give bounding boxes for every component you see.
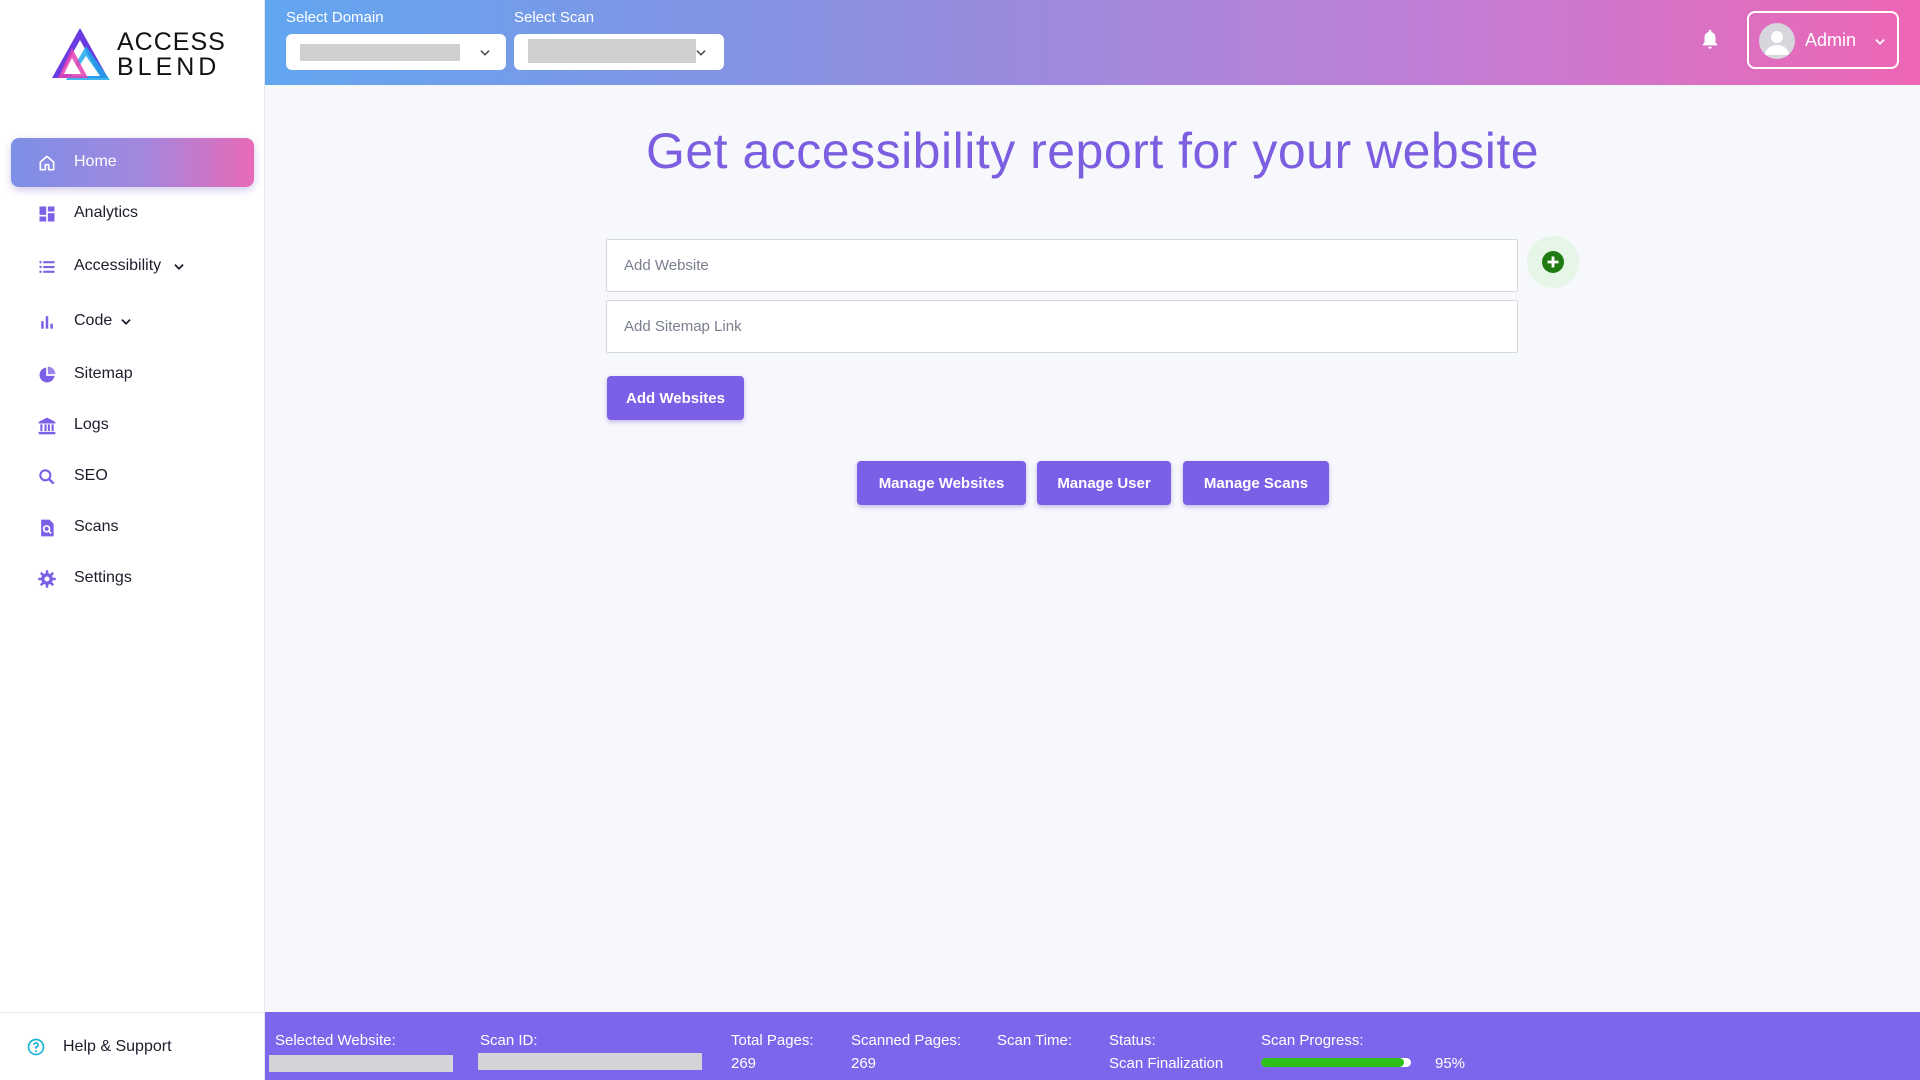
scan-id-label: Scan ID: (480, 1032, 538, 1049)
add-website-field-button[interactable] (1527, 236, 1579, 288)
sidebar-item-label: Logs (74, 416, 109, 433)
page-title: Get accessibility report for your websit… (645, 123, 1540, 179)
scan-time-label: Scan Time: (997, 1032, 1073, 1049)
top-header: Select Domain Select Scan (265, 0, 1920, 85)
total-pages-label: Total Pages: (731, 1032, 814, 1049)
scanned-pages-label: Scanned Pages: (851, 1032, 962, 1049)
gear-icon (38, 570, 56, 588)
manage-scans-button[interactable]: Manage Scans (1183, 461, 1329, 505)
sidebar-item-home[interactable]: Home (11, 138, 254, 187)
scan-search-icon (41, 519, 54, 537)
chevron-down-icon (696, 50, 706, 56)
manage-websites-button[interactable]: Manage Websites (857, 461, 1026, 505)
sidebar-item-code[interactable]: Code (11, 297, 254, 346)
logo-line-1: ACCESS (117, 28, 226, 56)
domain-select-value (300, 44, 460, 61)
sidebar-item-logs[interactable]: Logs (11, 401, 254, 450)
scanned-pages-value: 269 (851, 1055, 877, 1072)
website-input[interactable] (606, 239, 1518, 292)
dashboard-icon (39, 206, 55, 222)
scan-progress-fill (1261, 1058, 1404, 1067)
scan-progress-label: Scan Progress: (1261, 1032, 1364, 1049)
help-support-link[interactable]: Help & Support (0, 1012, 265, 1080)
sidebar-item-sitemap[interactable]: Sitemap (11, 350, 254, 399)
sidebar: ACCESS BLEND Home Analytics Accessibilit… (0, 0, 265, 1080)
sidebar-item-label: Analytics (74, 204, 139, 221)
status-label: Status: (1109, 1032, 1156, 1049)
scan-status-bar: Selected Website: Scan ID: Total Pages: … (265, 1012, 1920, 1080)
domain-select-label: Select Domain (286, 9, 384, 26)
pie-chart-icon (39, 366, 56, 383)
bell-icon[interactable] (1699, 27, 1721, 51)
domain-select[interactable] (286, 34, 506, 70)
total-pages-value: 269 (731, 1055, 757, 1072)
manage-user-button[interactable]: Manage User (1037, 461, 1171, 505)
bar-chart-icon (41, 316, 53, 329)
list-icon (39, 261, 55, 273)
scan-select[interactable] (514, 34, 724, 70)
sidebar-item-label: Scans (74, 518, 119, 535)
home-icon (39, 155, 55, 171)
avatar (1759, 23, 1795, 59)
help-support-label: Help & Support (63, 1038, 172, 1055)
sidebar-item-accessibility[interactable]: Accessibility (11, 242, 254, 291)
sidebar-item-settings[interactable]: Settings (11, 554, 254, 603)
bank-icon (38, 417, 56, 435)
chevron-down-icon (480, 50, 490, 56)
chevron-down-icon (1875, 39, 1885, 45)
help-circle-icon (27, 1038, 45, 1056)
chevron-down-icon (121, 319, 131, 325)
sidebar-item-label: Settings (74, 569, 132, 586)
logo-text: ACCESS BLEND (117, 30, 226, 80)
user-name: Admin (1805, 30, 1857, 50)
logo: ACCESS BLEND (52, 26, 225, 84)
sidebar-item-label: Sitemap (74, 365, 133, 382)
sidebar-item-label: SEO (74, 467, 108, 484)
sidebar-item-analytics[interactable]: Analytics (11, 189, 254, 238)
status-value: Scan Finalization (1109, 1055, 1224, 1072)
selected-website-value (269, 1055, 453, 1072)
logo-line-2: BLEND (117, 53, 221, 81)
sidebar-item-seo[interactable]: SEO (11, 452, 254, 501)
user-menu-button[interactable]: Admin (1747, 11, 1899, 69)
sidebar-item-label: Accessibility (74, 257, 162, 274)
logo-mark-icon (52, 28, 110, 80)
sitemap-input[interactable] (606, 300, 1518, 353)
scan-progress-bar (1261, 1058, 1411, 1067)
add-websites-button[interactable]: Add Websites (607, 376, 744, 420)
scan-id-value (478, 1053, 702, 1070)
chevron-down-icon (174, 264, 184, 270)
selected-website-label: Selected Website: (275, 1032, 396, 1049)
scan-progress-percent: 95% (1435, 1055, 1466, 1072)
user-avatar-icon (1765, 31, 1789, 55)
plus-circle-icon (1542, 251, 1564, 273)
search-icon (39, 469, 55, 485)
sidebar-item-label: Home (74, 153, 117, 170)
sidebar-item-label: Code (74, 312, 113, 329)
scan-select-label: Select Scan (514, 9, 595, 26)
sidebar-item-scans[interactable]: Scans (11, 503, 254, 552)
scan-select-value (528, 39, 696, 63)
